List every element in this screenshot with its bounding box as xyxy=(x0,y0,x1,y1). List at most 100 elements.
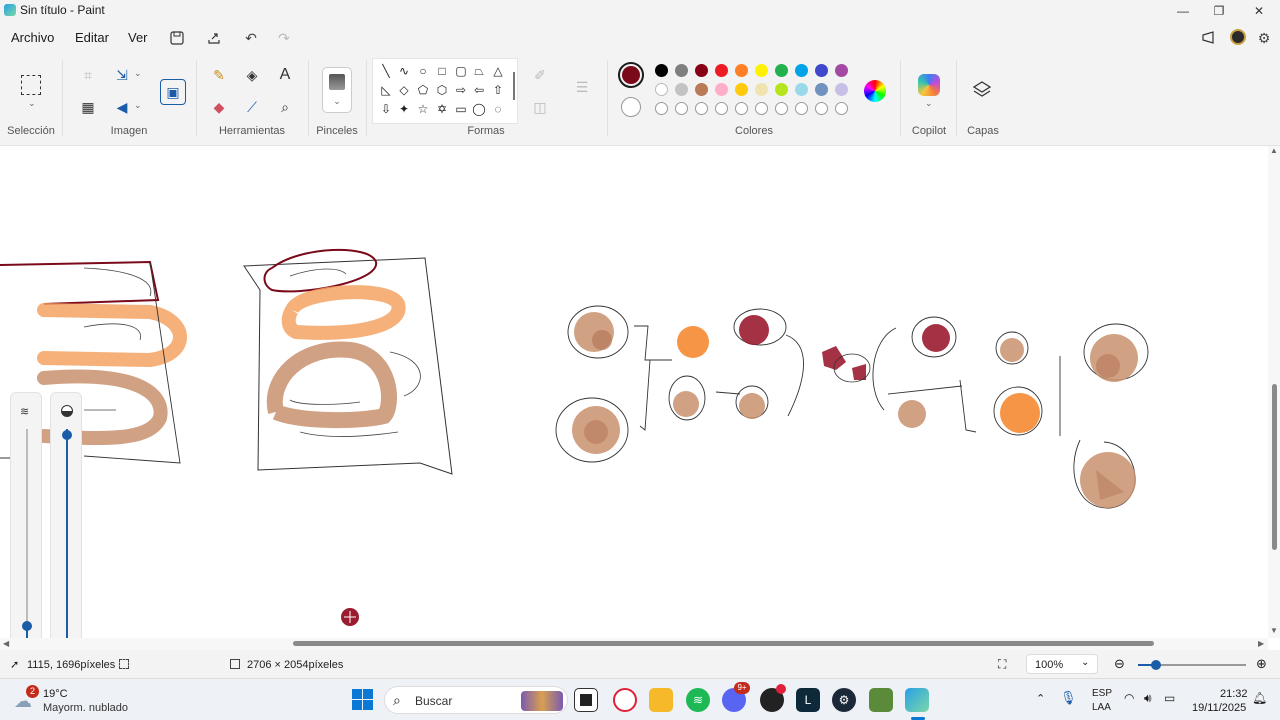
shape-outline-icon[interactable]: ✐ xyxy=(528,64,552,86)
shape-fill-icon[interactable]: ◫ xyxy=(528,96,552,118)
eraser-icon[interactable]: ◆ xyxy=(207,96,231,118)
palette-swatch[interactable] xyxy=(815,64,828,77)
line-shape-icon[interactable]: ╲ xyxy=(378,63,394,79)
oval-callout-shape-icon[interactable]: ◯ xyxy=(471,101,487,117)
clock-date[interactable]: 19/11/2025 xyxy=(1192,702,1246,714)
spotify-icon[interactable]: ≋ xyxy=(686,688,710,712)
curve-shape-icon[interactable]: ∿ xyxy=(396,63,412,79)
palette-swatch[interactable] xyxy=(735,83,748,96)
palette-swatch[interactable] xyxy=(675,64,688,77)
shapes-gallery-scrollbar[interactable] xyxy=(513,72,515,100)
custom-color-slot[interactable] xyxy=(675,102,688,115)
canvas-area[interactable]: ≋ xyxy=(0,146,1268,638)
custom-color-slot[interactable] xyxy=(815,102,828,115)
share-icon[interactable] xyxy=(203,27,225,49)
custom-color-slot[interactable] xyxy=(655,102,668,115)
custom-color-slot[interactable] xyxy=(835,102,848,115)
edit-colors-icon[interactable] xyxy=(864,80,886,102)
menu-edit[interactable]: Editar xyxy=(75,30,109,45)
restore-button[interactable]: ❐ xyxy=(1200,0,1238,22)
undo-icon[interactable]: ↶ xyxy=(240,27,262,49)
line-size-icon[interactable]: ☰ xyxy=(570,76,594,98)
scroll-right-icon[interactable]: ▶ xyxy=(1258,639,1264,648)
settings-gear-icon[interactable]: ⚙ xyxy=(1253,27,1275,49)
rounded-rectangle-shape-icon[interactable]: ▢ xyxy=(453,63,469,79)
vertical-scroll-thumb[interactable] xyxy=(1272,384,1277,550)
palette-swatch[interactable] xyxy=(795,83,808,96)
clock-time[interactable]: 21:32 xyxy=(1220,688,1248,700)
drawing-canvas[interactable] xyxy=(0,146,1268,638)
color-picker-icon[interactable]: ⟋ xyxy=(240,96,264,118)
discord-icon[interactable]: 9+ xyxy=(722,682,750,712)
redo-icon[interactable]: ↷ xyxy=(273,27,295,49)
four-point-star-shape-icon[interactable]: ✦ xyxy=(396,101,412,117)
palette-swatch[interactable] xyxy=(715,64,728,77)
hexagon-shape-icon[interactable]: ⬡ xyxy=(434,82,450,98)
pentagon-shape-icon[interactable]: ⬠ xyxy=(415,82,431,98)
steam-icon[interactable]: ⚙ xyxy=(832,688,856,712)
palette-swatch[interactable] xyxy=(775,83,788,96)
taskbar-search-box[interactable]: ⌕ Buscar xyxy=(384,686,568,714)
save-icon[interactable] xyxy=(166,27,188,49)
palette-swatch[interactable] xyxy=(835,83,848,96)
resize-icon[interactable]: ⇲ xyxy=(110,64,134,86)
custom-color-slot[interactable] xyxy=(775,102,788,115)
custom-color-slot[interactable] xyxy=(755,102,768,115)
file-explorer-icon[interactable] xyxy=(649,688,673,712)
palette-swatch[interactable] xyxy=(675,83,688,96)
image-creator-icon[interactable]: ▣ xyxy=(160,79,186,105)
opera-icon[interactable] xyxy=(613,688,637,712)
feedback-icon[interactable] xyxy=(1197,27,1219,49)
up-arrow-shape-icon[interactable]: ⇧ xyxy=(490,82,506,98)
palette-swatch[interactable] xyxy=(755,83,768,96)
rectangular-callout-shape-icon[interactable]: ▭ xyxy=(453,101,469,117)
magnifier-icon[interactable]: ⌕ xyxy=(273,96,297,118)
primary-color-button[interactable] xyxy=(618,62,644,88)
fit-to-window-icon[interactable]: ⛶ xyxy=(998,657,1006,672)
palette-swatch[interactable] xyxy=(655,83,668,96)
palette-swatch[interactable] xyxy=(715,83,728,96)
resize-chevron-down-icon[interactable]: ⌄ xyxy=(134,68,142,79)
polygon-shape-icon[interactable]: ⏢ xyxy=(471,63,487,79)
custom-color-slot[interactable] xyxy=(735,102,748,115)
minimize-button[interactable]: — xyxy=(1164,0,1202,22)
cloud-callout-shape-icon[interactable]: ◌ xyxy=(490,101,506,117)
vertical-scrollbar[interactable]: ▲ ▼ xyxy=(1268,146,1280,638)
selection-rectangle-icon[interactable] xyxy=(21,75,41,95)
palette-swatch[interactable] xyxy=(735,64,748,77)
palette-swatch[interactable] xyxy=(835,64,848,77)
right-triangle-shape-icon[interactable]: ◺ xyxy=(378,82,394,98)
fill-bucket-icon[interactable]: ◈ xyxy=(240,64,264,86)
obs-icon[interactable] xyxy=(760,684,786,712)
horizontal-scroll-thumb[interactable] xyxy=(293,641,1154,646)
account-avatar[interactable] xyxy=(1230,29,1246,45)
zoom-out-icon[interactable]: ⊖ xyxy=(1114,656,1125,672)
text-tool-icon[interactable]: A xyxy=(273,64,297,86)
palette-swatch[interactable] xyxy=(795,64,808,77)
palette-swatch[interactable] xyxy=(655,64,668,77)
custom-color-slot[interactable] xyxy=(695,102,708,115)
windows-start-icon[interactable] xyxy=(352,689,373,710)
selection-chevron-down-icon[interactable]: ⌄ xyxy=(28,98,36,109)
paint-taskbar-icon[interactable] xyxy=(905,688,929,712)
weather-widget[interactable]: ☁ 2 xyxy=(14,685,40,713)
copilot-chevron-down-icon[interactable]: ⌄ xyxy=(925,98,933,109)
palette-swatch[interactable] xyxy=(775,64,788,77)
custom-color-slot[interactable] xyxy=(715,102,728,115)
image-select-icon[interactable]: ▦ xyxy=(76,96,100,118)
brush-size-thumb[interactable] xyxy=(22,621,32,631)
close-button[interactable]: ✕ xyxy=(1240,0,1278,22)
league-client-icon[interactable]: L xyxy=(796,688,820,712)
minecraft-icon[interactable] xyxy=(869,688,893,712)
zoom-dropdown[interactable]: 100% ⌄ xyxy=(1026,654,1098,674)
left-arrow-shape-icon[interactable]: ⇦ xyxy=(471,82,487,98)
microphone-icon[interactable]: 🎙 xyxy=(1060,690,1077,706)
volume-icon[interactable]: 🔊︎ xyxy=(1144,691,1152,706)
horizontal-scrollbar[interactable]: ◀ ▶ xyxy=(0,638,1268,650)
five-point-star-shape-icon[interactable]: ☆ xyxy=(415,101,431,117)
palette-swatch[interactable] xyxy=(755,64,768,77)
wifi-icon[interactable]: ◠ xyxy=(1124,691,1134,705)
language-line-1[interactable]: ESP xyxy=(1092,688,1112,699)
pencil-icon[interactable]: ✎ xyxy=(207,64,231,86)
battery-icon[interactable]: ▭ xyxy=(1164,691,1175,705)
